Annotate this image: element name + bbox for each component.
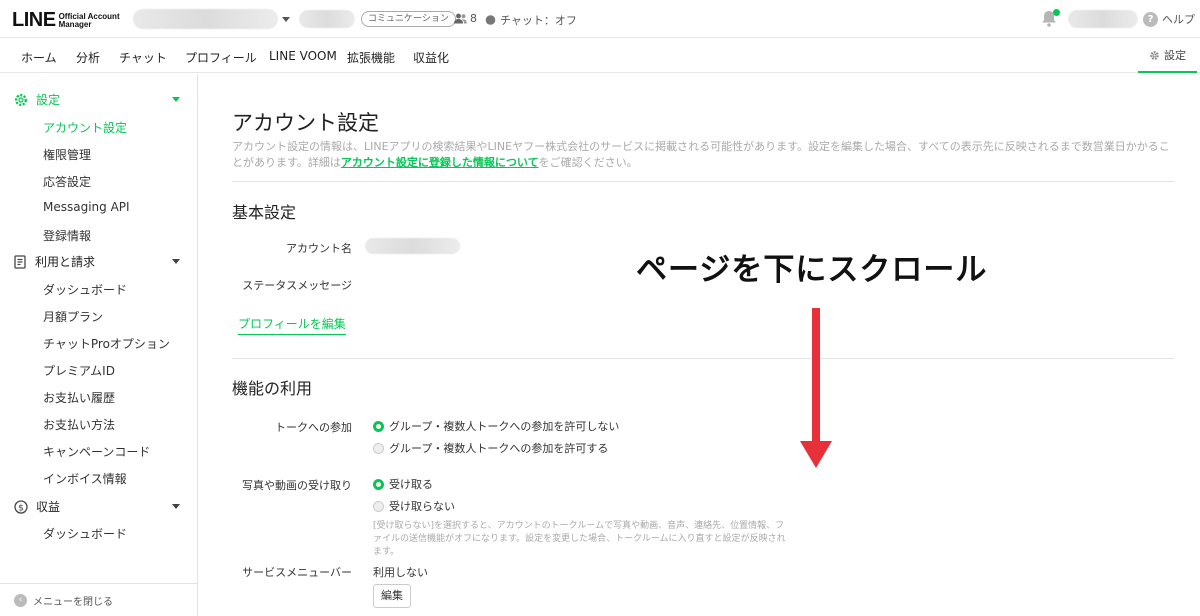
media-receive-label: 写真や動画の受け取り [242,479,352,492]
media-note: [受け取らない]を選択すると、アカウントのトークルームで写真や動画、音声、連絡先… [373,521,786,557]
chevron-left-icon: ‹ [14,593,27,607]
talk-join-option-allow[interactable]: グループ・複数人トークへの参加を許可する [373,440,608,456]
talk-join-option-disallow[interactable]: グループ・複数人トークへの参加を許可しない [373,418,619,434]
nav-settings-label: 設定 [1164,49,1186,62]
account-info-help-link[interactable]: アカウント設定に登録した情報について [341,156,539,169]
logo-text: LINE [12,9,56,31]
divider [232,181,1174,182]
edit-button[interactable]: 編集 [373,584,411,608]
sidebar-item-premium-id[interactable]: プレミアムID [43,362,115,379]
service-menu-label: サービスメニューバー [242,566,352,579]
talk-join-label: トークへの参加 [275,421,352,434]
logo-subtext: Official Account Manager [58,11,120,29]
sidebar-item-monthly-plan[interactable]: 月額プラン [43,308,103,325]
account-switcher-chevron-icon[interactable] [282,17,290,22]
top-bar: LINE Official Account Manager コミュニケーション … [0,0,1200,38]
page-description: アカウント設定の情報は、LINEアプリの検索結果やLINEヤフー株式会社のサービ… [232,140,1170,169]
sidebar-item-registration-info[interactable]: 登録情報 [43,227,91,244]
sidebar-item-permissions[interactable]: 権限管理 [43,146,91,163]
nav-chat[interactable]: チャット [119,49,167,66]
sidebar-item-dashboard[interactable]: ダッシュボード [43,281,127,298]
sidebar-settings-chevron-icon[interactable] [172,97,180,102]
sidebar-item-messaging-api[interactable]: Messaging API [43,200,130,214]
sidebar: 設定 アカウント設定 権限管理 応答設定 Messaging API 登録情報 … [0,74,198,616]
nav-home[interactable]: ホーム [21,49,57,66]
chat-bubble-icon [485,14,496,25]
radio-unselected-icon [373,500,384,512]
radio-selected-icon [373,478,384,490]
account-type-badge: コミュニケーション [361,11,456,27]
sidebar-billing-chevron-icon[interactable] [172,259,180,264]
dollar-icon: $ [14,499,28,514]
divider [232,358,1174,359]
friends-count-value: 8 [470,12,477,25]
help-link[interactable]: ? ヘルプ [1143,11,1195,27]
sidebar-group-settings[interactable]: 設定 [14,91,60,108]
notification-dot [1053,9,1060,16]
arrow-head-icon [800,441,832,468]
nav-monetization[interactable]: 収益化 [413,49,449,66]
chat-status[interactable]: チャット：オフ [485,12,577,28]
media-option-not-receive[interactable]: 受け取らない [373,498,455,514]
nav-line-voom[interactable]: LINE VOOM [269,49,337,63]
sidebar-group-revenue[interactable]: $ 収益 [14,498,60,515]
close-menu-button[interactable]: ‹ メニューを閉じる [0,583,197,616]
sidebar-item-payment-method[interactable]: お支払い方法 [43,416,115,433]
features-title: 機能の利用 [232,379,313,398]
sidebar-revenue-chevron-icon[interactable] [172,504,180,509]
radio-unselected-icon [373,442,384,454]
help-label: ヘルプ [1162,13,1195,26]
sidebar-group-settings-label: 設定 [36,93,61,107]
account-id-blurred [299,10,355,28]
service-menu-value: 利用しない [373,566,428,579]
nav-extensions[interactable]: 拡張機能 [347,49,395,66]
sidebar-item-response-settings[interactable]: 応答設定 [43,173,91,190]
sidebar-item-invoice-info[interactable]: インボイス情報 [43,470,127,487]
line-oa-logo[interactable]: LINE Official Account Manager [12,9,120,32]
users-icon [454,13,467,24]
status-message-label: ステータスメッセージ [242,279,352,292]
sidebar-item-payment-history[interactable]: お支払い履歴 [43,389,115,406]
edit-profile-link[interactable]: プロフィールを編集 [238,315,346,335]
nav-analytics[interactable]: 分析 [76,49,100,66]
close-menu-label: メニューを閉じる [33,596,113,608]
sidebar-group-revenue-label: 収益 [36,500,61,514]
sidebar-item-chat-pro-option[interactable]: チャットProオプション [43,335,170,352]
nav-profile[interactable]: プロフィール [185,49,257,66]
sidebar-item-account-settings[interactable]: アカウント設定 [43,119,127,136]
page-title: アカウント設定 [232,111,379,135]
radio-selected-icon [373,420,384,432]
account-name-blurred[interactable] [133,9,278,29]
gear-icon [1150,50,1159,60]
document-icon [14,254,26,269]
main-nav: ホーム 分析 チャット プロフィール LINE VOOM 拡張機能 収益化 設定 [0,39,1200,73]
sidebar-item-campaign-code[interactable]: キャンペーンコード [43,443,150,460]
user-name-blurred[interactable] [1068,10,1138,28]
sidebar-group-billing[interactable]: 利用と請求 [14,253,95,270]
svg-text:$: $ [18,503,24,513]
basic-settings-title: 基本設定 [232,203,297,222]
friends-count[interactable]: 8 [454,12,477,25]
chat-status-text: チャット：オフ [500,14,577,27]
sidebar-item-revenue-dashboard[interactable]: ダッシュボード [43,525,127,542]
scroll-hint-text: ページを下にスクロール [636,252,988,288]
account-name-value-blurred [365,238,460,254]
media-option-receive[interactable]: 受け取る [373,476,433,492]
account-name-label: アカウント名 [286,242,352,255]
nav-settings[interactable]: 設定 [1138,39,1197,73]
help-icon: ? [1143,11,1158,27]
sidebar-group-billing-label: 利用と請求 [35,255,96,269]
settings-gear-icon [14,93,28,106]
scroll-down-arrow-icon [812,308,820,443]
main-content: アカウント設定 アカウント設定の情報は、LINEアプリの検索結果やLINEヤフー… [199,74,1200,616]
